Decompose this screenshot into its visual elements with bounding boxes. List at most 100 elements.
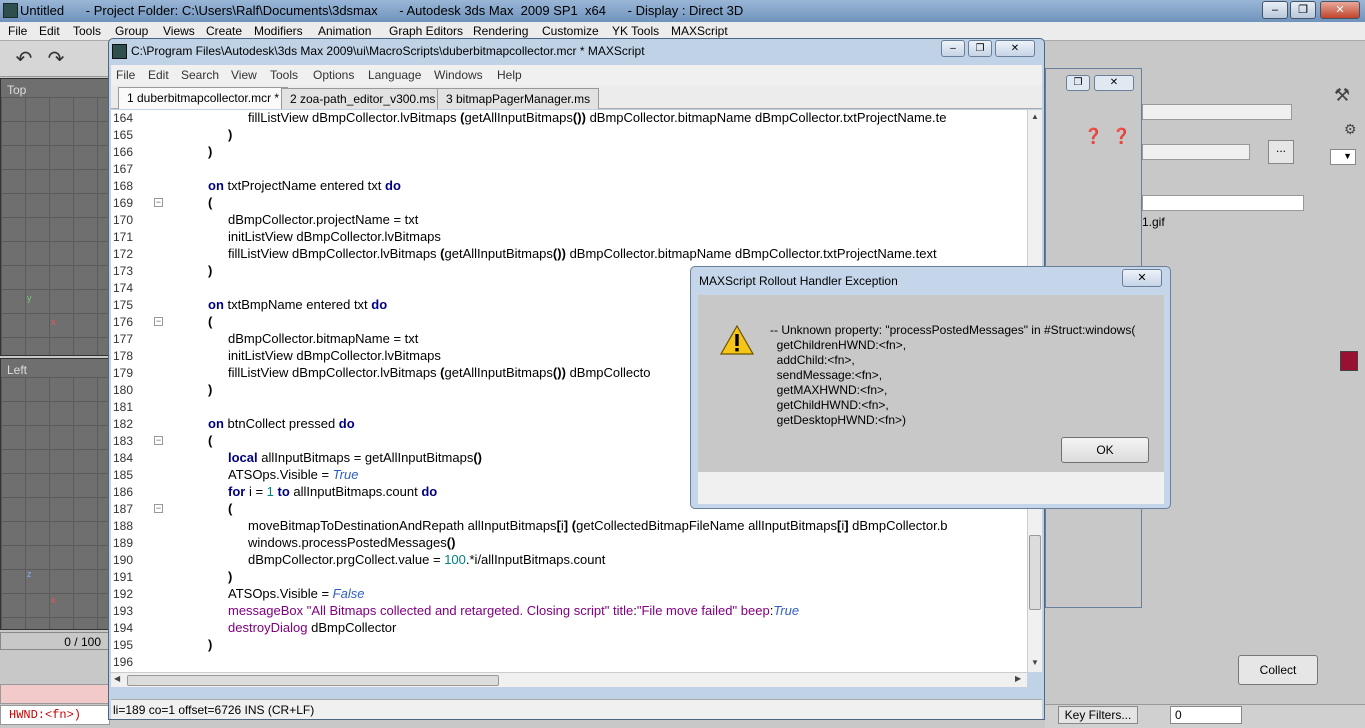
max-app-icon[interactable] [3, 3, 18, 18]
menu-customize[interactable]: Customize [542, 24, 599, 38]
scroll-left-icon[interactable]: ◀ [114, 674, 120, 683]
time-slider[interactable]: 0 / 100 [0, 632, 110, 650]
fold-toggle-icon[interactable]: − [154, 317, 163, 326]
menu-edit[interactable]: Edit [39, 24, 60, 38]
tab-zoa-path-editor[interactable]: 2 zoa-path_editor_v300.ms [281, 88, 445, 109]
code-line[interactable]: 191) [111, 569, 1027, 586]
code-line[interactable]: 164 fillListView dBmpCollector.lvBitmaps … [111, 110, 1027, 127]
fold-toggle-icon[interactable]: − [154, 504, 163, 513]
line-number: 165 [113, 128, 134, 142]
bitmap-list-item[interactable]: 1.gif [1142, 215, 1165, 229]
help-icon[interactable]: ❓ [1084, 127, 1103, 145]
code-text: ) [208, 263, 213, 278]
scroll-right-icon[interactable]: ▶ [1015, 674, 1021, 683]
viewport-top[interactable]: Top y x [0, 78, 110, 356]
current-frame-field[interactable]: 0 [1170, 706, 1242, 724]
collect-button[interactable]: Collect [1238, 655, 1318, 685]
scroll-up-icon[interactable]: ▲ [1031, 112, 1039, 121]
editor-menu-view[interactable]: View [231, 68, 257, 82]
viewport-left-label[interactable]: Left [7, 363, 27, 377]
code-line[interactable]: 167 [111, 161, 1027, 178]
menu-views[interactable]: Views [163, 24, 195, 38]
browse-button[interactable]: ... [1268, 140, 1294, 164]
tab-bitmap-pager-manager[interactable]: 3 bitmapPagerManager.ms [437, 88, 600, 109]
line-number: 194 [113, 621, 134, 635]
listener-output[interactable]: HWND:<fn>) [0, 705, 110, 725]
fold-toggle-icon[interactable]: − [154, 198, 163, 207]
menu-group[interactable]: Group [115, 24, 148, 38]
project-name-field[interactable] [1142, 104, 1292, 120]
code-line[interactable]: 189 windows.processPostedMessages() [111, 535, 1027, 552]
key-filters-button[interactable]: Key Filters... [1058, 706, 1138, 724]
code-text: ATSOps.Visible = False [228, 586, 365, 601]
maximize-button[interactable]: ❐ [1290, 1, 1316, 19]
editor-menu-windows[interactable]: Windows [434, 68, 483, 82]
bitmap-name-field[interactable] [1142, 144, 1250, 160]
hammer-icon[interactable]: ⚒ [1334, 85, 1350, 106]
editor-menu-help[interactable]: Help [497, 68, 522, 82]
minimize-button[interactable]: – [941, 40, 965, 57]
menu-maxscript[interactable]: MAXScript [671, 24, 728, 38]
editor-menu-file[interactable]: File [116, 68, 135, 82]
fold-toggle-icon[interactable]: − [154, 436, 163, 445]
menu-graph-editors[interactable]: Graph Editors [389, 24, 463, 38]
code-line[interactable]: 172 fillListView dBmpCollector.lvBitmaps … [111, 246, 1027, 263]
code-line[interactable]: 188 moveBitmapToDestinationAndRepath allI… [111, 518, 1027, 535]
line-number: 168 [113, 179, 134, 193]
code-text: on btnCollect pressed do [208, 416, 355, 431]
scroll-thumb[interactable] [1029, 535, 1041, 610]
menu-rendering[interactable]: Rendering [473, 24, 528, 38]
horizontal-scrollbar[interactable]: ◀ ▶ [111, 672, 1027, 687]
editor-menu-tools[interactable]: Tools [270, 68, 298, 82]
close-button[interactable]: ✕ [1094, 75, 1134, 91]
scroll-down-icon[interactable]: ▼ [1031, 658, 1039, 667]
tab-duberbitmapcollector[interactable]: 1 duberbitmapcollector.mcr * [118, 87, 289, 109]
dialog-close-button[interactable]: ✕ [1122, 269, 1162, 287]
line-number: 172 [113, 247, 134, 261]
menu-yk-tools[interactable]: YK Tools [612, 24, 659, 38]
code-text: fillListView dBmpCollector.lvBitmaps (ge… [248, 110, 947, 125]
line-number: 175 [113, 298, 134, 312]
code-line[interactable]: 168 on txtProjectName entered txt do [111, 178, 1027, 195]
listener-input[interactable] [0, 684, 110, 704]
dropdown[interactable]: ▼ [1330, 149, 1356, 165]
code-line[interactable]: 171 initListView dBmpCollector.lvBitmaps [111, 229, 1027, 246]
code-line[interactable]: 195) [111, 637, 1027, 654]
editor-menu-search[interactable]: Search [181, 68, 219, 82]
menu-modifiers[interactable]: Modifiers [254, 24, 303, 38]
scroll-thumb[interactable] [127, 675, 499, 686]
color-swatch[interactable] [1340, 351, 1358, 371]
code-line[interactable]: 190 dBmpCollector.prgCollect.value = 100.… [111, 552, 1027, 569]
code-line[interactable]: 193 messageBox "All Bitmaps collected and… [111, 603, 1027, 620]
line-number: 190 [113, 553, 134, 567]
code-line[interactable]: 165) [111, 127, 1027, 144]
command-panel: ⚒ ⚙ ▼ [1140, 41, 1365, 681]
redo-arrow-icon[interactable]: ↷ [44, 48, 68, 70]
code-line[interactable]: 196 [111, 654, 1027, 671]
minimize-button[interactable]: – [1262, 1, 1288, 19]
viewport-top-label[interactable]: Top [7, 83, 26, 97]
undo-arrow-icon[interactable]: ↶ [12, 48, 36, 70]
editor-menu-edit[interactable]: Edit [148, 68, 169, 82]
editor-menu-options[interactable]: Options [313, 68, 354, 82]
code-line[interactable]: 166) [111, 144, 1027, 161]
editor-menu-language[interactable]: Language [368, 68, 421, 82]
ok-button[interactable]: OK [1061, 437, 1149, 463]
maximize-button[interactable]: ❐ [1066, 75, 1090, 91]
maxscript-icon[interactable] [112, 44, 127, 59]
menu-tools[interactable]: Tools [73, 24, 101, 38]
gear-icon[interactable]: ⚙ [1344, 121, 1357, 138]
close-button[interactable]: ✕ [995, 40, 1035, 57]
menu-file[interactable]: File [8, 24, 27, 38]
help-icon[interactable]: ❓ [1112, 127, 1131, 145]
menu-create[interactable]: Create [206, 24, 242, 38]
code-text: ( [228, 501, 233, 516]
code-line[interactable]: 169 − ( [111, 195, 1027, 212]
maximize-button[interactable]: ❐ [968, 40, 992, 57]
code-line[interactable]: 170 dBmpCollector.projectName = txt [111, 212, 1027, 229]
code-line[interactable]: 192 ATSOps.Visible = False [111, 586, 1027, 603]
viewport-left[interactable]: Left z x [0, 358, 110, 630]
close-button[interactable]: ✕ [1320, 1, 1360, 19]
menu-animation[interactable]: Animation [318, 24, 371, 38]
code-line[interactable]: 194 destroyDialog dBmpCollector [111, 620, 1027, 637]
